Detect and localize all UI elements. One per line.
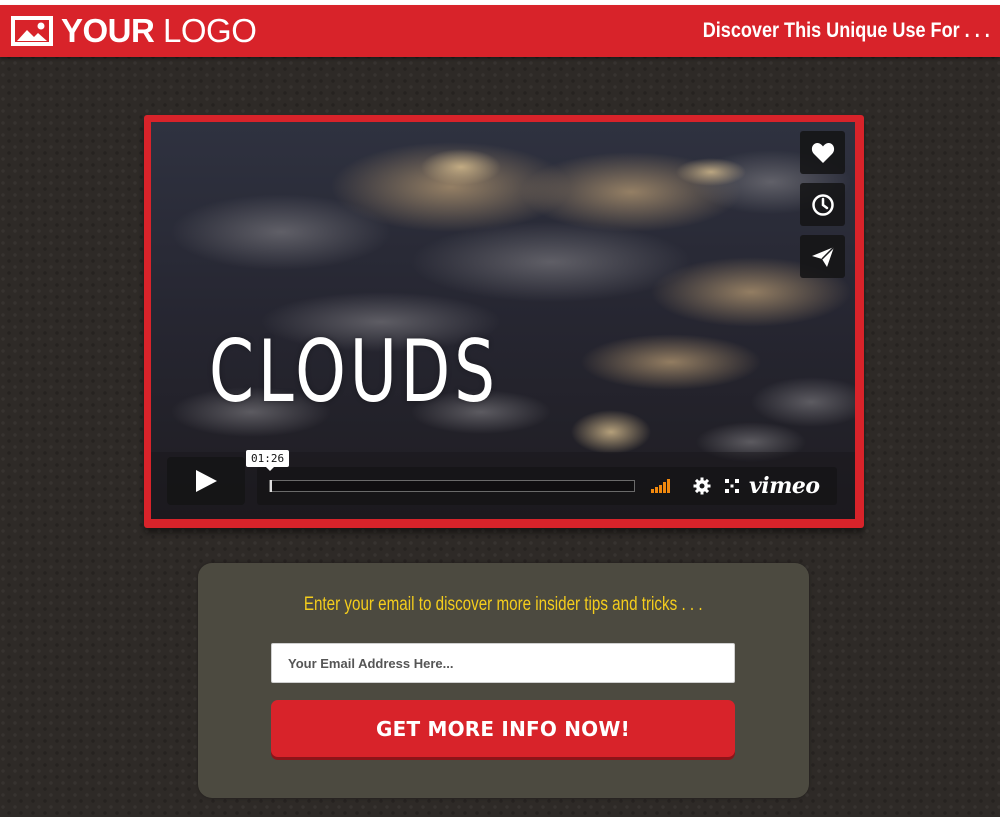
progress-playhead[interactable]	[270, 480, 272, 492]
email-field[interactable]	[271, 643, 735, 683]
video-frame: CLOUDS vimeo 01:26	[144, 115, 864, 528]
optin-heading: Enter your email to discover more inside…	[198, 592, 809, 618]
play-icon	[196, 470, 217, 492]
gear-icon[interactable]	[693, 477, 711, 495]
header-tagline: Discover This Unique Use For . . .	[702, 19, 990, 42]
control-bar: vimeo	[257, 467, 837, 505]
logo-text-light: LOGO	[163, 12, 257, 49]
optin-form: Enter your email to discover more inside…	[198, 563, 809, 798]
like-button[interactable]	[800, 131, 845, 174]
share-button[interactable]	[800, 235, 845, 278]
logo-text: YOUR LOGO	[61, 12, 257, 50]
heart-icon	[811, 142, 834, 163]
get-more-info-button[interactable]: GET MORE INFO NOW!	[271, 700, 735, 757]
video-title-text: CLOUDS	[209, 322, 499, 422]
volume-icon[interactable]	[651, 479, 671, 493]
progress-bar[interactable]	[269, 480, 635, 492]
watch-later-button[interactable]	[800, 183, 845, 226]
vimeo-logo[interactable]: vimeo	[749, 471, 820, 501]
video-player[interactable]: CLOUDS vimeo 01:26	[151, 122, 855, 519]
site-header: YOUR LOGO Discover This Unique Use For .…	[0, 5, 1000, 57]
clock-icon	[811, 193, 834, 216]
send-icon	[811, 245, 835, 267]
image-icon	[11, 16, 53, 46]
optin-heading-text: Enter your email to discover more inside…	[304, 594, 703, 615]
fullscreen-icon[interactable]	[724, 478, 740, 494]
logo-text-bold: YOUR	[61, 12, 155, 49]
play-button[interactable]	[167, 457, 245, 505]
logo[interactable]: YOUR LOGO	[11, 12, 257, 50]
current-time-badge: 01:26	[246, 450, 290, 471]
